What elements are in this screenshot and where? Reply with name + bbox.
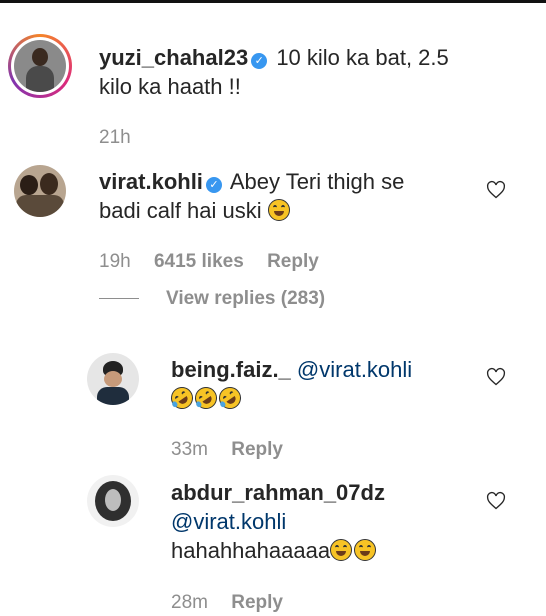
verified-badge-icon: ✓ [251, 53, 268, 69]
rolling-on-floor-laughing-emoji [214, 382, 246, 414]
username[interactable]: being.faiz._ [171, 357, 291, 382]
view-replies-divider [99, 298, 139, 299]
comment-text: virat.kohli ✓ Abey Teri thigh se badi cal… [99, 167, 499, 225]
rolling-on-floor-laughing-emoji [166, 382, 198, 414]
avatar[interactable] [87, 353, 139, 405]
avatar[interactable] [14, 40, 66, 92]
likes-count[interactable]: 6415 likes [154, 251, 244, 272]
reply-button[interactable]: Reply [231, 439, 283, 460]
timestamp[interactable]: 21h [99, 127, 131, 148]
top-border [0, 0, 546, 3]
comment-meta: 19h 6415 likes Reply [99, 251, 319, 273]
reply-text: being.faiz._ @virat.kohli [166, 355, 471, 414]
comment-meta: 21h [99, 127, 131, 149]
face-with-tears-of-joy-emoji [267, 199, 290, 221]
reply-button[interactable]: Reply [231, 592, 283, 613]
reply-button[interactable]: Reply [267, 251, 319, 272]
reply-text: abdur_rahman_07dz @virat.kohli hahahhaha… [171, 478, 471, 565]
view-replies-button[interactable]: View replies (283) [166, 288, 325, 310]
timestamp[interactable]: 19h [99, 251, 131, 272]
face-with-tears-of-joy-emoji [354, 539, 377, 561]
story-ring[interactable] [8, 34, 72, 98]
username[interactable]: abdur_rahman_07dz [171, 480, 385, 505]
timestamp[interactable]: 33m [171, 439, 208, 460]
username[interactable]: yuzi_chahal23 [99, 45, 248, 70]
comment-line-2: kilo ka haath !! [99, 74, 241, 99]
comment-text: yuzi_chahal23 ✓ 10 kilo ka bat, 2.5 kilo … [99, 43, 519, 101]
avatar[interactable] [87, 475, 139, 527]
comment-line-1: 10 kilo ka bat, 2.5 [276, 45, 449, 70]
username[interactable]: virat.kohli [99, 169, 203, 194]
comment-line-1: Abey Teri thigh se [229, 169, 405, 194]
reply-meta: 28m Reply [171, 592, 283, 614]
reply-body: hahahhahaaaaa [171, 538, 331, 563]
heart-outline-icon[interactable] [486, 491, 506, 511]
heart-outline-icon[interactable] [486, 367, 506, 387]
verified-badge-icon: ✓ [205, 177, 222, 193]
mention-link[interactable]: @virat.kohli [297, 357, 412, 382]
heart-outline-icon[interactable] [486, 180, 506, 200]
comment-line-2: badi calf hai uski [99, 198, 262, 223]
face-with-tears-of-joy-emoji [330, 539, 353, 561]
timestamp[interactable]: 28m [171, 592, 208, 613]
rolling-on-floor-laughing-emoji [190, 382, 222, 414]
mention-link[interactable]: @virat.kohli [171, 509, 286, 534]
reply-meta: 33m Reply [171, 439, 283, 461]
avatar[interactable] [14, 165, 66, 217]
